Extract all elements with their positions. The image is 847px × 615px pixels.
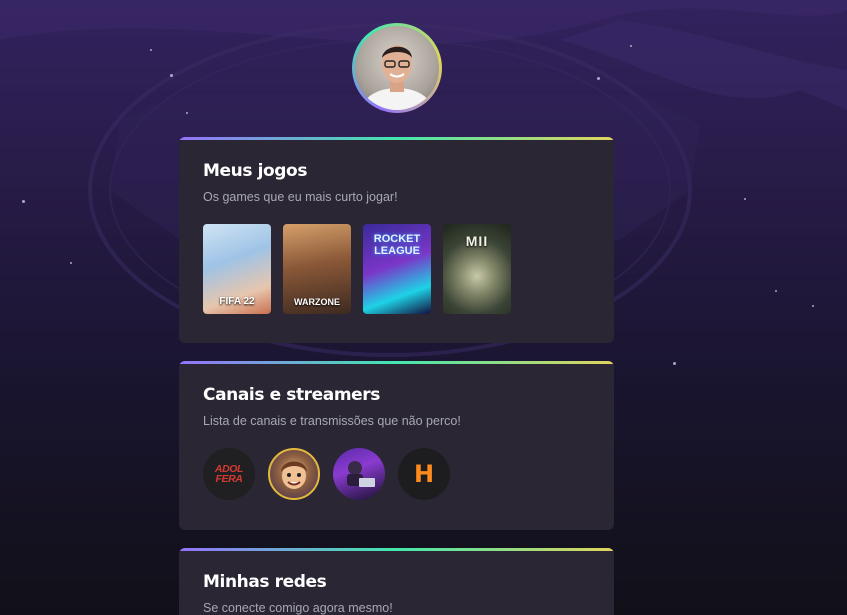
cartoon-face-icon: [281, 461, 307, 489]
streamer-gamer-photo[interactable]: [333, 448, 385, 500]
social-title: Minhas redes: [203, 572, 327, 592]
profile-avatar: [352, 23, 442, 113]
social-subtitle: Se conecte comigo agora mesmo!: [203, 601, 393, 615]
game-mw2-label: MII: [465, 233, 489, 249]
streamer-h-logo[interactable]: H: [398, 448, 450, 500]
game-rocket-league-label: ROCKET LEAGUE: [373, 233, 421, 257]
gamer-at-laptop-icon: [347, 461, 375, 487]
games-card: Meus jogos Os games que eu mais curto jo…: [179, 137, 614, 343]
streamers-title: Canais e streamers: [203, 385, 381, 405]
streamer-cartoon-avatar[interactable]: [268, 448, 320, 500]
games-title: Meus jogos: [203, 161, 308, 181]
game-rocket-league[interactable]: ROCKET LEAGUE: [363, 224, 431, 314]
streamers-card: Canais e streamers Lista de canais e tra…: [179, 361, 614, 530]
person-photo-icon: [363, 45, 431, 110]
streamer-adolfera[interactable]: ADOL FERA: [203, 448, 255, 500]
streamers-subtitle: Lista de canais e transmissões que não p…: [203, 414, 461, 428]
game-modern-warfare-2[interactable]: MII: [443, 224, 511, 314]
profile-photo: [355, 26, 439, 110]
game-warzone-label: WARZONE: [294, 296, 340, 307]
game-warzone[interactable]: WARZONE: [283, 224, 351, 314]
streamer-adolfera-label: ADOL FERA: [214, 462, 244, 485]
social-card: Minhas redes Se conecte comigo agora mes…: [179, 548, 614, 615]
games-list: FIFA 22 WARZONE ROCKET LEAGUE MII: [203, 224, 590, 314]
game-fifa22[interactable]: FIFA 22: [203, 224, 271, 314]
streamers-list: ADOL FERA H: [203, 448, 590, 500]
game-fifa22-label: FIFA 22: [219, 295, 255, 307]
streamer-h-label: H: [413, 460, 435, 488]
games-subtitle: Os games que eu mais curto jogar!: [203, 190, 398, 204]
